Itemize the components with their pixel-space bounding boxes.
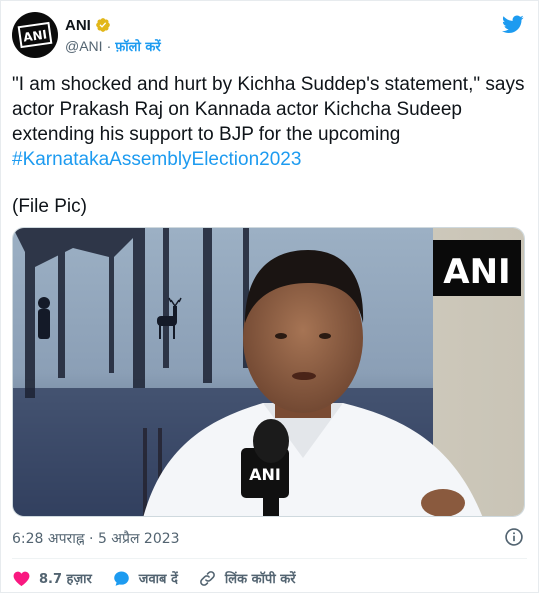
- copy-link-button[interactable]: लिंक कॉपी करें: [198, 569, 296, 588]
- tweet-photo: ANI ANI: [13, 228, 524, 516]
- ani-logo-icon: ANI: [17, 21, 53, 49]
- author-handle[interactable]: @ANI: [65, 38, 103, 54]
- reply-bubble-icon: [114, 571, 129, 586]
- info-icon[interactable]: [504, 527, 524, 547]
- heart-icon: [13, 571, 30, 586]
- author-name-row[interactable]: ANI: [65, 15, 111, 35]
- tweet-timestamp[interactable]: 6:28 अपराह्न · 5 अप्रैल 2023: [12, 529, 180, 548]
- avatar[interactable]: ANI: [12, 12, 58, 58]
- tweet-body: "I am shocked and hurt by Kichha Suddep'…: [12, 74, 525, 145]
- mic-label: ANI: [249, 465, 281, 484]
- separator-dot: ·: [106, 38, 112, 54]
- link-icon: [199, 570, 215, 586]
- tweet-text: "I am shocked and hurt by Kichha Suddep'…: [12, 72, 532, 172]
- file-pic-note: (File Pic): [12, 196, 87, 217]
- handle-row: @ANI · फ़ॉलो करें: [65, 37, 161, 55]
- twitter-bird-icon[interactable]: [501, 13, 525, 35]
- reply-label: जवाब दें: [138, 572, 178, 587]
- verified-badge-icon: [96, 18, 110, 32]
- follow-button[interactable]: फ़ॉलो करें: [115, 37, 160, 55]
- like-button[interactable]: 8.7 हज़ार: [12, 569, 92, 588]
- tweet-card: ANI ANI @ANI · फ़ॉलो करें "I am shocked …: [0, 0, 539, 593]
- reply-button[interactable]: जवाब दें: [112, 569, 178, 588]
- action-bar: 8.7 हज़ार जवाब दें लिंक कॉपी करें: [12, 567, 316, 589]
- like-count: 8.7 हज़ार: [39, 572, 92, 587]
- tweet-image[interactable]: ANI ANI: [12, 227, 525, 517]
- copy-link-label: लिंक कॉपी करें: [224, 572, 296, 587]
- hashtag-link[interactable]: #KarnatakaAssemblyElection2023: [12, 149, 301, 170]
- ani-watermark: ANI: [443, 252, 510, 292]
- divider: [12, 558, 527, 559]
- author-name[interactable]: ANI: [65, 17, 91, 34]
